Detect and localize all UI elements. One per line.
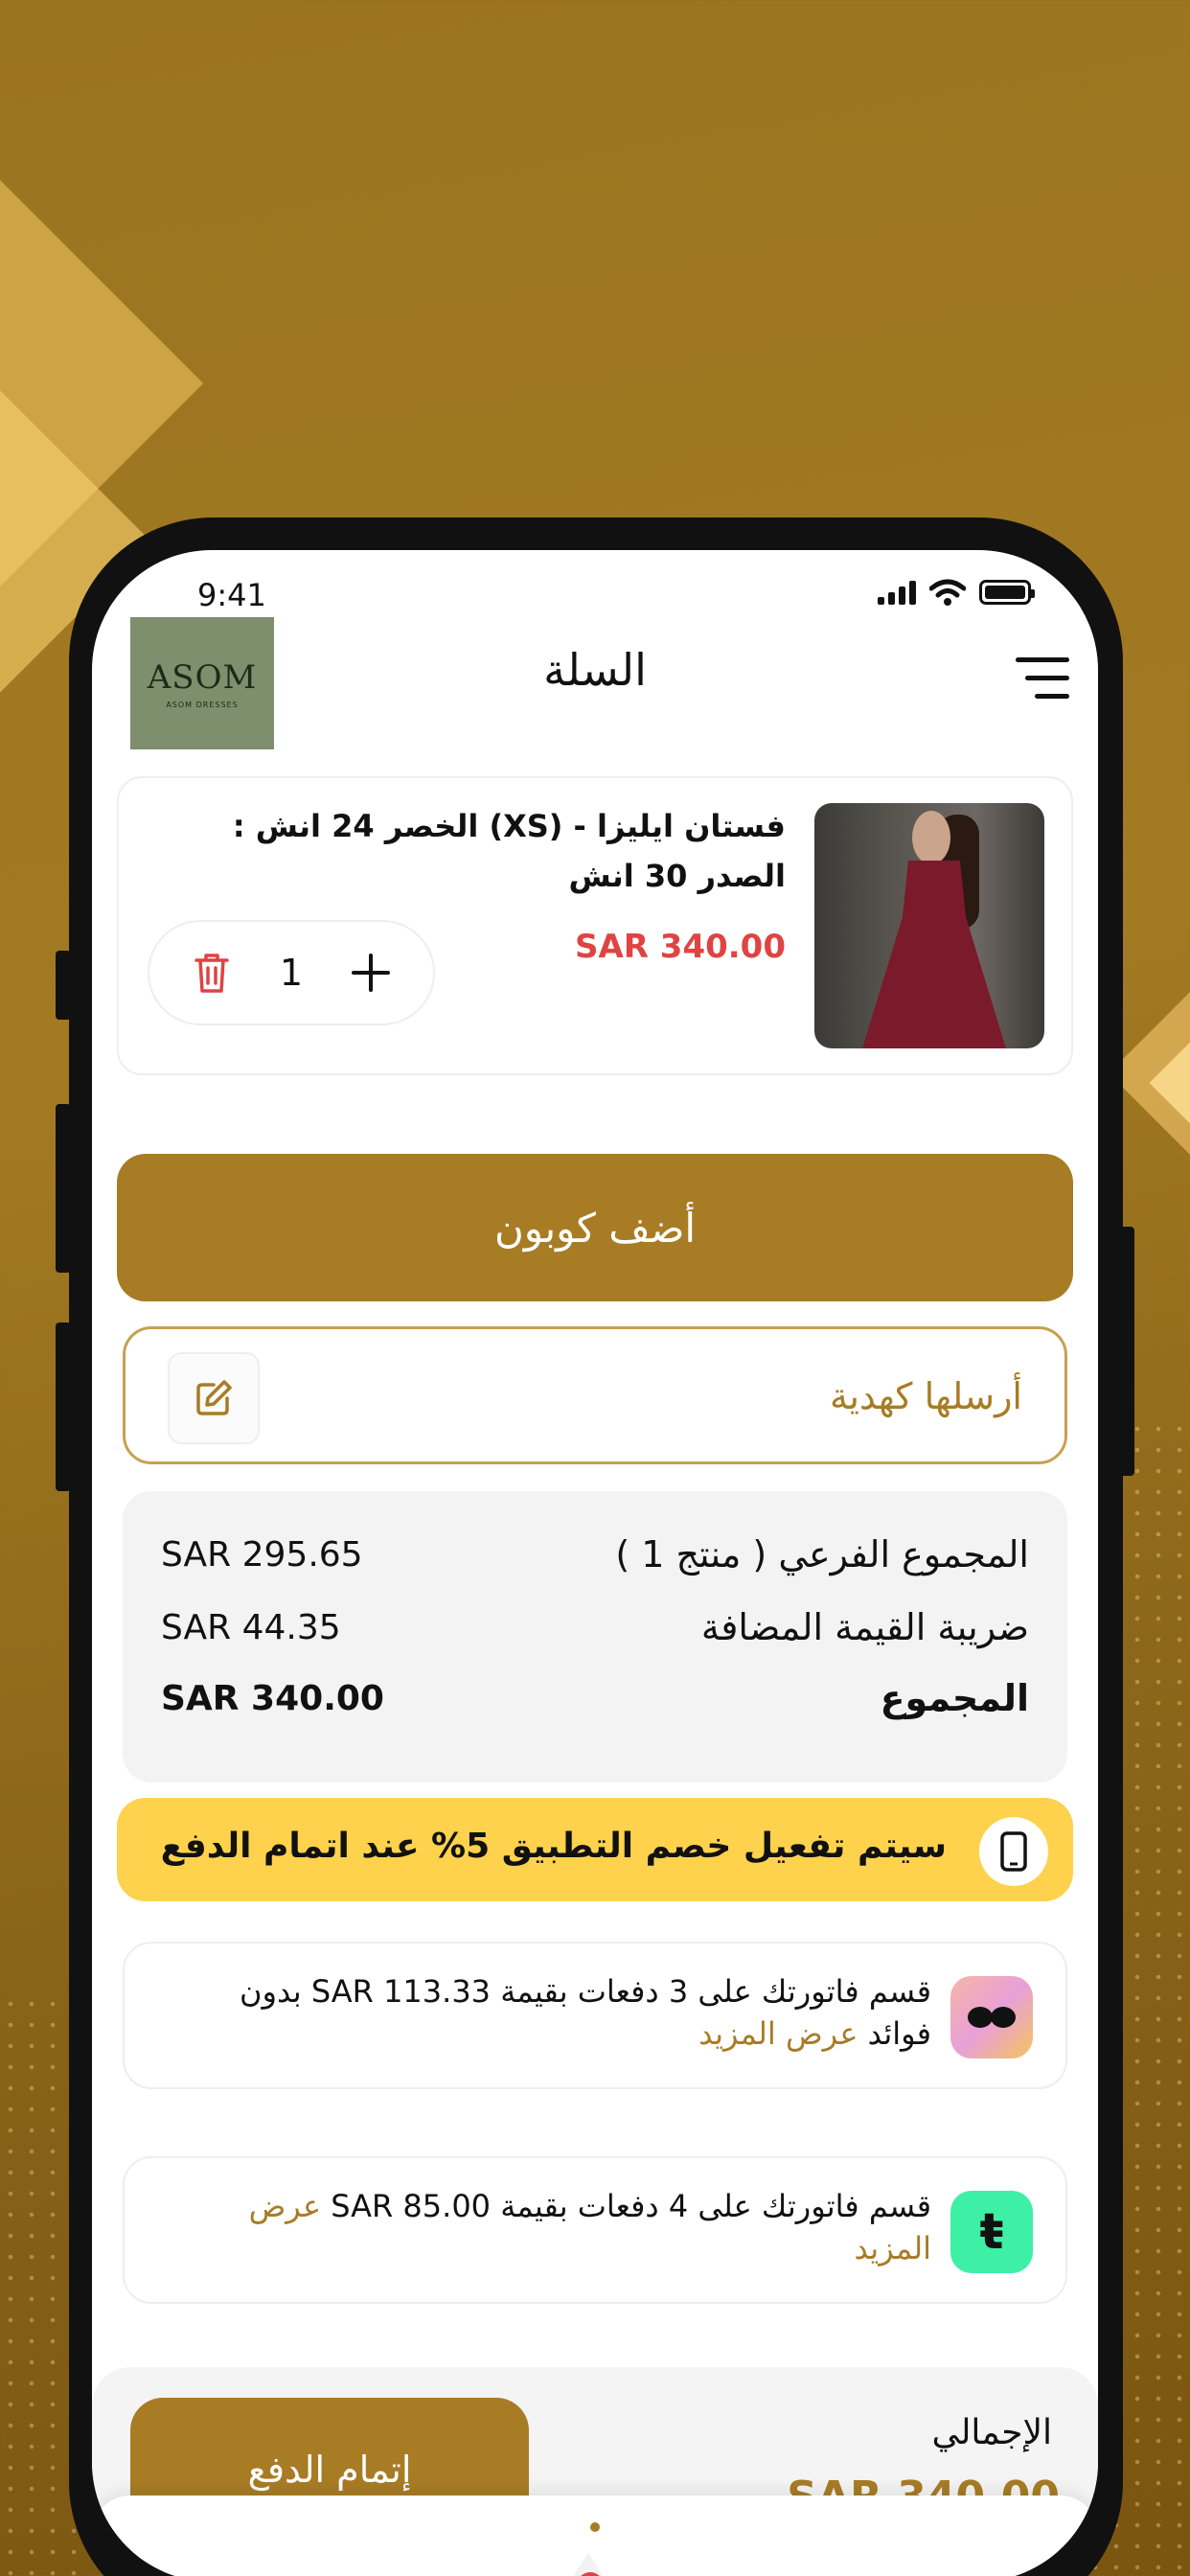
page-title: السلة <box>543 644 647 696</box>
phone-icon <box>979 1817 1048 1886</box>
tabby-installment-text: قسم فاتورتك على 4 دفعات بقيمة SAR 85.00 <box>331 2188 931 2224</box>
tamara-logo-icon <box>950 1976 1033 2058</box>
nav-indicator <box>590 2522 600 2532</box>
trash-icon[interactable] <box>193 951 231 995</box>
status-icons <box>878 579 1035 606</box>
cart-item-card: فستان ايليزا - (XS) الخصر 24 انش : الصدر… <box>117 776 1073 1075</box>
quantity-stepper: 1 <box>148 920 435 1025</box>
wifi-icon <box>929 579 966 606</box>
total-label: المجموع <box>880 1677 1029 1719</box>
plus-icon[interactable] <box>351 954 390 992</box>
vat-row: SAR 44.35 ضريبة القيمة المضافة <box>161 1606 1029 1648</box>
tabby-text-block: قسم فاتورتك على 4 دفعات بقيمة SAR 85.00 … <box>174 2185 931 2269</box>
app-discount-banner: سيتم تفعيل خصم التطبيق 5% عند اتمام الدف… <box>117 1798 1073 1901</box>
total-value: SAR 340.00 <box>161 1678 384 1718</box>
subtotal-value: SAR 295.65 <box>161 1534 363 1575</box>
menu-icon[interactable] <box>1016 657 1069 700</box>
tabby-installment-card[interactable]: ŧ قسم فاتورتك على 4 دفعات بقيمة SAR 85.0… <box>123 2156 1067 2304</box>
tamara-installment-card[interactable]: قسم فاتورتك على 3 دفعات بقيمة SAR 113.33… <box>123 1942 1067 2089</box>
promo-text: سيتم تفعيل خصم التطبيق 5% عند اتمام الدف… <box>160 1827 947 1866</box>
product-image[interactable] <box>814 803 1044 1048</box>
send-as-gift-field[interactable]: أرسلها كهدية <box>123 1326 1067 1464</box>
subtotal-row: SAR 295.65 المجموع الفرعي ( منتج 1 ) <box>161 1533 1029 1576</box>
tamara-text-block: قسم فاتورتك على 3 دفعات بقيمة SAR 113.33… <box>174 1970 931 2055</box>
edit-icon[interactable] <box>168 1352 260 1444</box>
add-coupon-button[interactable]: أضف كوبون <box>117 1154 1073 1301</box>
battery-icon <box>979 580 1035 605</box>
quantity-value: 1 <box>279 952 304 994</box>
status-time: 9:41 <box>197 577 266 613</box>
product-name[interactable]: فستان ايليزا - (XS) الخصر 24 انش : الصدر… <box>153 801 786 901</box>
app-screen: 9:41 ASOM ASOM DRESSES السلة فستان ايليز… <box>92 550 1098 2576</box>
logo-subtext: ASOM DRESSES <box>166 700 239 709</box>
subtotal-label: المجموع الفرعي ( منتج 1 ) <box>615 1533 1029 1576</box>
gift-label: أرسلها كهدية <box>829 1375 1022 1417</box>
total-row: SAR 340.00 المجموع <box>161 1677 1029 1719</box>
vat-value: SAR 44.35 <box>161 1607 341 1647</box>
order-summary: SAR 295.65 المجموع الفرعي ( منتج 1 ) SAR… <box>123 1491 1067 1782</box>
product-price: SAR 340.00 <box>574 928 786 966</box>
tamara-show-more-link[interactable]: عرض المزيد <box>698 2015 858 2052</box>
tabby-logo-icon: ŧ <box>950 2191 1033 2273</box>
grand-total-label: الإجمالي <box>931 2413 1052 2452</box>
vat-label: ضريبة القيمة المضافة <box>700 1606 1029 1648</box>
signal-icon <box>878 580 916 605</box>
